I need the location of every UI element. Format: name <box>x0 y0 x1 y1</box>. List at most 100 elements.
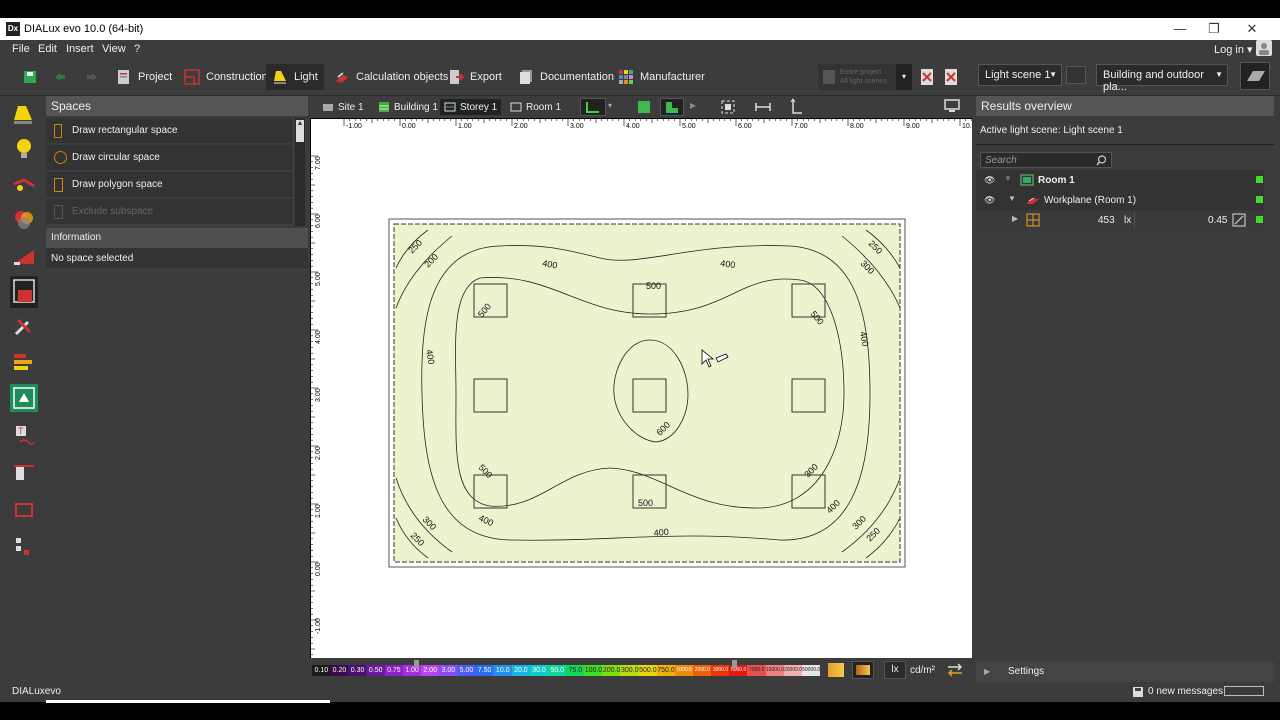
close-button[interactable]: ✕ <box>1242 21 1262 37</box>
collapse-chevron-icon[interactable]: ▼ <box>1008 194 1016 203</box>
spaces-scrollbar[interactable]: ▲ <box>295 118 305 226</box>
user-avatar-icon[interactable] <box>1256 40 1272 56</box>
show-volume-icon[interactable] <box>638 101 650 113</box>
settings-section[interactable]: ▶ Settings <box>976 662 1274 682</box>
draw-polygon-space-label: Draw polygon space <box>72 179 163 190</box>
scale-swatch: 5.00 <box>457 665 476 676</box>
emergency-light-icon[interactable] <box>10 242 38 270</box>
unit-luminance-button[interactable]: cd/m² <box>910 665 935 676</box>
undo-button[interactable] <box>46 64 74 90</box>
restore-button[interactable]: ❐ <box>1204 21 1224 37</box>
exclude-subspace[interactable]: Exclude subspace <box>46 199 292 225</box>
draw-polygon-space[interactable]: Draw polygon space <box>46 172 292 198</box>
luminaire-icon[interactable] <box>10 100 38 128</box>
menu-insert[interactable]: Insert <box>66 43 94 55</box>
zoom-extents-button[interactable] <box>720 99 736 118</box>
floor-plan-button[interactable] <box>660 98 684 116</box>
next-arrow-icon[interactable]: ▶ <box>690 101 696 110</box>
scale-swatch: 1000.0 <box>674 665 694 676</box>
tab-documentation[interactable]: Documentation <box>512 64 620 90</box>
eye-icon[interactable]: 👁 <box>984 195 995 206</box>
tab-light[interactable]: Light <box>266 64 324 90</box>
measure-horizontal-button[interactable] <box>754 99 772 118</box>
light-scene-select[interactable]: Light scene 1 ▼ <box>978 64 1062 86</box>
view-select[interactable]: Building and outdoor pla... ▼ <box>1096 64 1228 93</box>
tab-export[interactable]: Export <box>442 64 508 90</box>
swap-scale-button[interactable] <box>944 662 966 678</box>
menu-edit[interactable]: Edit <box>38 43 57 55</box>
ruler-label-x: 4.00 <box>626 123 640 130</box>
spaces-tool-icon[interactable] <box>10 276 38 308</box>
text-annotation-icon[interactable]: T <box>10 422 38 450</box>
lamp-icon[interactable] <box>10 134 38 162</box>
section-icon[interactable] <box>10 458 38 486</box>
scale-swatch: 2000.0 <box>693 665 712 676</box>
tab-construction[interactable]: Construction <box>178 64 274 90</box>
delete-all-results-button[interactable] <box>942 67 960 87</box>
menu-file[interactable]: File <box>12 43 30 55</box>
information-text: No space selected <box>46 248 308 268</box>
ruler-label-x: 8.00 <box>850 123 864 130</box>
scale-swatch: 2.00 <box>420 665 440 676</box>
isoline-label: 400 <box>720 258 736 270</box>
ruler-label-x: 5.00 <box>682 123 696 130</box>
expand-chevron-icon[interactable]: ▶ <box>1012 214 1018 223</box>
tab-export-label: Export <box>470 71 502 83</box>
redo-button[interactable] <box>78 64 106 90</box>
workplane-icon <box>1026 197 1039 204</box>
scale-swatches[interactable]: 0.10 0.20 0.30 0.50 0.75 1.00 2.00 3.00 5.00 7.50… <box>312 665 821 676</box>
breadcrumb-building[interactable]: Building 1 <box>374 99 442 115</box>
level-icon <box>586 102 599 113</box>
tab-manufacturer[interactable]: Manufacturer <box>612 64 711 90</box>
save-button[interactable] <box>16 64 44 90</box>
minimize-button[interactable]: — <box>1170 21 1190 37</box>
messages-status[interactable]: 0 new messages <box>1148 686 1223 697</box>
tab-project[interactable]: Project <box>110 64 178 90</box>
draw-circular-space[interactable]: Draw circular space <box>46 145 292 171</box>
emergency-scene-icon[interactable] <box>10 384 38 412</box>
view-mode-button[interactable] <box>1240 62 1270 90</box>
draw-rectangular-space[interactable]: Draw rectangular space <box>46 118 292 144</box>
calc-scope-dropdown[interactable]: ▾ <box>896 64 912 90</box>
tree-row-result[interactable]: ▶ 453 lx 0.45 <box>976 210 1264 230</box>
tools-icon[interactable] <box>10 312 38 340</box>
stop-calculation-button[interactable] <box>918 67 936 87</box>
unit-lux-button[interactable]: lx <box>884 661 906 679</box>
collapse-chevron-icon[interactable]: ▼ <box>1004 174 1012 183</box>
scale-max-handle[interactable] <box>732 660 737 668</box>
light-scene-settings-button[interactable] <box>1066 66 1086 84</box>
breadcrumb-storey[interactable]: Storey 1 <box>440 99 502 115</box>
scale-swatch: 10.0 <box>493 665 513 676</box>
gradient-toggle-button[interactable] <box>852 661 874 679</box>
breadcrumb-site[interactable]: Site 1 <box>318 99 368 115</box>
color-filter-icon[interactable] <box>10 206 38 234</box>
frame-icon[interactable] <box>10 496 38 524</box>
isoline-plan[interactable]: -1.00 0.00 1.00 2.00 3.00 4.00 5.00 6.00 7.00 8.0… <box>310 118 972 658</box>
view-level-button[interactable] <box>580 98 606 116</box>
view-level-dropdown-icon[interactable]: ▾ <box>608 101 612 110</box>
status-ok-icon <box>1256 216 1263 223</box>
plan-viewport[interactable]: -1.00 0.00 1.00 2.00 3.00 4.00 5.00 6.00 7.00 8.0… <box>310 118 972 658</box>
results-search-input[interactable]: Search <box>980 152 1112 168</box>
menu-view[interactable]: View <box>102 43 126 55</box>
tab-calculation-objects[interactable]: Calculation objects <box>328 64 454 90</box>
false-colors-icon[interactable] <box>828 663 844 677</box>
breadcrumb-room[interactable]: Room 1 <box>506 99 565 115</box>
ruler-label-y: 3.00 <box>315 388 322 402</box>
light-scenes-icon[interactable] <box>10 348 38 376</box>
menu-help[interactable]: ? <box>134 43 140 55</box>
ruler-label-x: 1.00 <box>458 123 472 130</box>
calculate-button[interactable]: Entire project All light scenes <box>818 64 896 90</box>
room-icon <box>1020 174 1034 186</box>
light-arrangement-icon[interactable] <box>10 170 38 198</box>
workplane-area[interactable] <box>393 223 901 563</box>
light-scene-value: Light scene 1 <box>985 69 1051 81</box>
scale-min-handle[interactable] <box>414 660 419 668</box>
login-menu[interactable]: Log in ▾ <box>1214 43 1253 56</box>
tree-row-room[interactable]: 👁 ▼ Room 1 <box>976 170 1264 190</box>
measure-icon[interactable] <box>10 532 38 560</box>
fullscreen-button[interactable] <box>944 99 960 116</box>
tree-row-workplane[interactable]: 👁 ▼ Workplane (Room 1) <box>976 190 1264 210</box>
eye-icon[interactable]: 👁 <box>984 175 995 186</box>
measure-vertical-button[interactable] <box>788 98 804 119</box>
